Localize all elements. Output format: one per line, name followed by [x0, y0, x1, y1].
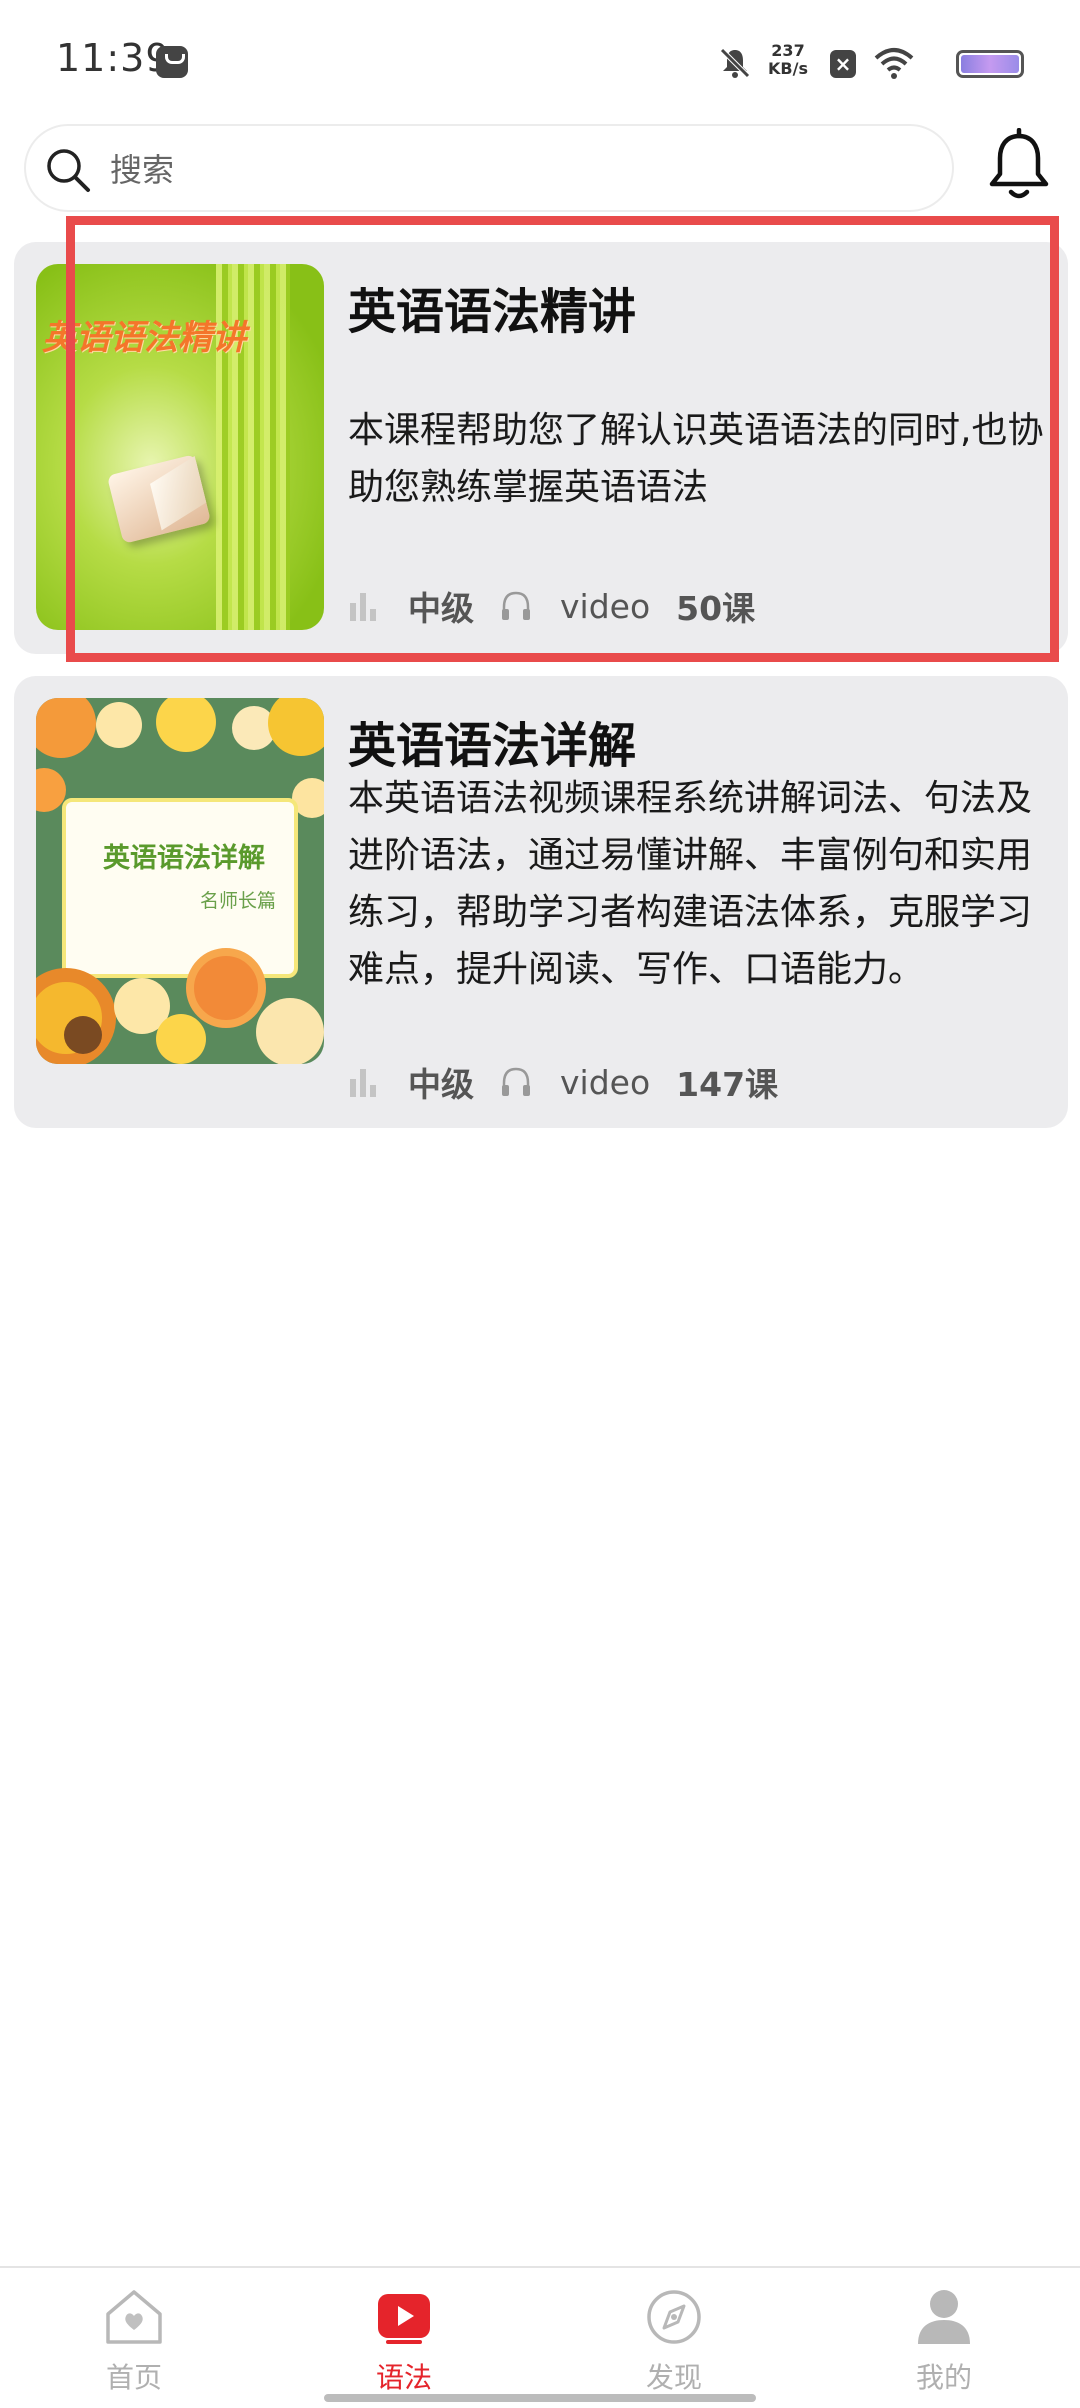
course-card[interactable]: 英语语法详解 名师长篇 英语语法详解 本英语语法视频课程系统讲解词法、句法及进阶…: [14, 676, 1068, 1128]
flower-decoration: [96, 702, 142, 748]
search-input[interactable]: [108, 140, 908, 200]
nav-item-grammar[interactable]: 语法: [314, 2286, 494, 2404]
wifi-icon: [874, 48, 914, 79]
compass-icon: [647, 2290, 701, 2344]
home-heart-icon: [106, 2290, 162, 2344]
thumbnail-panel: 英语语法详解 名师长篇: [62, 798, 298, 978]
bottom-nav: 首页 语法 发现 我的: [0, 2266, 1080, 2408]
search-bar[interactable]: [24, 124, 954, 212]
net-speed-value: 237: [771, 41, 805, 60]
headphones-icon: [502, 591, 530, 620]
close-notification-icon: ×: [830, 50, 856, 78]
notification-app-icon: [156, 46, 188, 78]
course-title[interactable]: 英语语法详解: [348, 706, 636, 776]
course-card[interactable]: 英语语法精讲 英语语法精讲 本课程帮助您了解认识英语语法的同时,也协助您熟练掌握…: [14, 242, 1068, 654]
flower-decoration: [64, 1016, 102, 1054]
course-meta: 中级 video 147课: [348, 1060, 804, 1104]
level-bars-icon: [350, 593, 376, 621]
nav-item-home[interactable]: 首页: [44, 2286, 224, 2404]
nav-label-grammar: 语法: [375, 2361, 432, 2394]
flower-decoration: [256, 998, 324, 1064]
nav-item-me[interactable]: 我的: [854, 2286, 1034, 2404]
level-bars-icon: [350, 1069, 376, 1097]
status-time: 11:39: [56, 36, 171, 80]
course-thumbnail[interactable]: 英语语法精讲: [36, 264, 324, 630]
flower-decoration: [156, 698, 216, 752]
course-description: 本英语语法视频课程系统讲解词法、句法及进阶语法，通过易懂讲解、丰富例句和实用练习…: [348, 778, 1033, 990]
nav-label-home: 首页: [105, 2361, 162, 2394]
nav-label-me: 我的: [915, 2361, 972, 2394]
course-lesson-count: 147课: [676, 1065, 779, 1104]
course-lesson-count: 50课: [676, 589, 756, 628]
flower-decoration: [36, 698, 96, 758]
battery-icon: [956, 50, 1024, 78]
muted-bell-icon: [720, 48, 750, 78]
book-icon: [106, 454, 212, 544]
nav-label-discover: 发现: [645, 2361, 702, 2394]
thumbnail-title: 英语语法详解: [103, 843, 265, 874]
battery-level: [961, 55, 1019, 73]
course-meta: 中级 video 50课: [348, 584, 781, 628]
search-icon: [47, 149, 90, 192]
course-description: 本课程帮助您了解认识英语语法的同时,也协助您熟练掌握英语语法: [348, 410, 1044, 508]
play-icon: [378, 2294, 430, 2344]
course-title[interactable]: 英语语法精讲: [348, 272, 636, 342]
flower-decoration: [186, 948, 266, 1028]
course-thumbnail[interactable]: 英语语法详解 名师长篇: [36, 698, 324, 1064]
course-level: 中级: [408, 589, 474, 628]
course-media-type: video: [560, 586, 651, 626]
nav-item-discover[interactable]: 发现: [584, 2286, 764, 2404]
headphones-icon: [502, 1067, 530, 1096]
net-speed: 237 KB/s: [764, 42, 812, 78]
thumbnail-subtitle: 名师长篇: [199, 890, 276, 912]
notification-bell-icon[interactable]: [984, 128, 1054, 204]
course-media-type: video: [560, 1062, 651, 1102]
home-indicator[interactable]: [324, 2394, 756, 2402]
net-speed-unit: KB/s: [768, 59, 808, 78]
flower-decoration: [268, 698, 324, 756]
course-level: 中级: [408, 1065, 474, 1104]
person-icon: [918, 2290, 970, 2344]
status-bar: 11:39 237 KB/s ×: [0, 0, 1080, 120]
thumbnail-title: 英语语法精讲: [42, 318, 246, 358]
flower-decoration: [156, 1014, 206, 1064]
